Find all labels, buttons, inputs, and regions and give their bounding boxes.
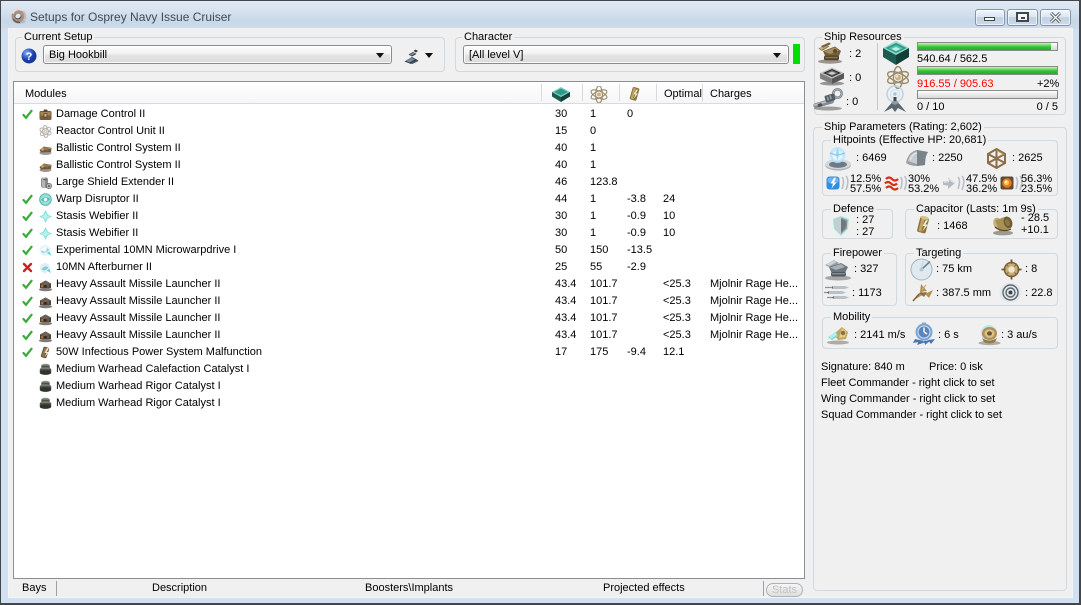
svg-text:?: ? [26, 51, 33, 63]
